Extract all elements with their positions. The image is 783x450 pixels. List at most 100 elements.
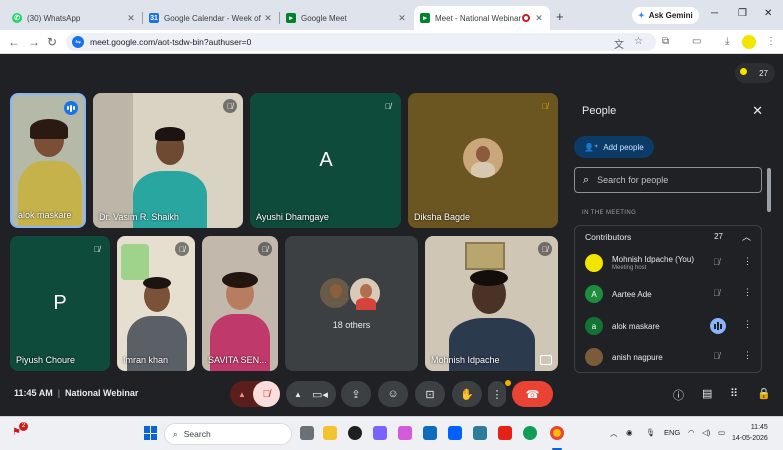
more-options-button[interactable]: ⋮ — [488, 381, 506, 407]
file-explorer-icon[interactable] — [323, 426, 337, 440]
participant-row[interactable]: a alok maskare ⋮ — [585, 313, 761, 339]
close-tab-icon[interactable]: ✕ — [263, 13, 273, 24]
video-tile[interactable]: 🎙̸ Imran khan — [117, 236, 195, 371]
video-tile[interactable]: A 🎙̸ Ayushi Dhamgaye — [250, 93, 401, 228]
extensions-icon[interactable]: ⧉ — [662, 36, 669, 47]
translate-icon[interactable]: 文 — [614, 36, 624, 51]
emoji-button[interactable]: ☺ — [378, 381, 408, 407]
dropbox-icon[interactable] — [448, 426, 462, 440]
site-info-icon[interactable]: ⇋ — [72, 36, 84, 48]
task-view-icon[interactable] — [300, 426, 314, 440]
edge-icon[interactable] — [523, 426, 537, 440]
browser-tab-whatsapp[interactable]: ✆ (30) WhatsApp ✕ — [6, 6, 142, 30]
wifi-icon[interactable]: ◠ — [688, 428, 695, 437]
panel-scrollbar[interactable] — [767, 168, 771, 212]
minimize-icon[interactable]: ─ — [711, 8, 718, 19]
participant-row[interactable]: anish nagpure 🎙̸ ⋮ — [585, 344, 761, 370]
host-controls-icon[interactable]: 🔒 — [757, 387, 771, 400]
address-bar[interactable]: ⇋ meet.google.com/aot-tsdw-bin?authuser=… — [66, 33, 656, 51]
video-tile[interactable]: 🎙̸ Mohnish Idpache — [425, 236, 558, 371]
language-indicator[interactable]: ENG — [664, 428, 680, 437]
photos-icon[interactable] — [398, 426, 412, 440]
muted-mic-icon: 🎙̸ — [258, 242, 272, 256]
close-tab-icon[interactable]: ✕ — [397, 13, 407, 24]
search-label: Search — [183, 429, 211, 439]
profile-avatar[interactable] — [742, 35, 756, 49]
avatar — [740, 68, 747, 75]
chevron-up-icon[interactable]: ▲ — [238, 390, 246, 399]
participant-count-button[interactable]: 27 — [735, 63, 775, 83]
bookmark-star-icon[interactable]: ☆ — [634, 36, 643, 47]
more-options-icon[interactable]: ⋮ — [743, 287, 752, 298]
camera-button[interactable]: ▭◂ — [312, 388, 328, 401]
participant-video — [202, 236, 278, 371]
copilot-icon[interactable] — [373, 426, 387, 440]
close-tab-icon[interactable]: ✕ — [534, 13, 544, 24]
participant-row[interactable]: Mohnish Idpache (You) Meeting host 🎙̸ ⋮ — [585, 250, 761, 276]
people-search-input[interactable]: ⌕ Search for people — [574, 167, 762, 193]
windows-taskbar: ⚑ 2 ⌕ Search ︿ ◉ 🎙 ENG ◠ ◁) ▭ 11:45 14-0… — [0, 416, 783, 450]
self-view-icon[interactable] — [540, 355, 552, 365]
chevron-up-icon[interactable]: ︿ — [742, 230, 751, 243]
video-tile[interactable]: alok maskare — [10, 93, 86, 228]
participant-role: Meeting host — [612, 265, 647, 271]
windows-start-icon[interactable] — [144, 426, 158, 440]
meeting-details-icon[interactable]: ⓘ — [673, 387, 684, 403]
tray-app-icon[interactable]: ◉ — [626, 428, 633, 437]
taskbar-search-input[interactable]: ⌕ Search — [164, 423, 292, 445]
download-icon[interactable]: ⤓ — [725, 36, 729, 47]
muted-mic-icon[interactable]: 🎙̸ — [713, 351, 720, 361]
reload-icon[interactable]: ↻ — [47, 35, 57, 49]
raise-hand-button[interactable]: ✋ — [452, 381, 482, 407]
chevron-up-icon[interactable]: ︿ — [610, 428, 618, 439]
new-tab-button[interactable]: + — [556, 9, 564, 24]
browser-tab-meet-national-webinar[interactable]: ▸ Meet - National Webinar ✕ — [414, 6, 550, 30]
back-icon[interactable]: ← — [8, 35, 20, 49]
chat-icon[interactable]: ▤ — [702, 387, 712, 400]
close-tab-icon[interactable]: ✕ — [126, 13, 136, 24]
browser-tab-calendar[interactable]: 31 Google Calendar - Week of Ma ✕ — [143, 6, 279, 30]
muted-mic-icon[interactable]: 🎙̸ — [713, 257, 720, 267]
video-tile[interactable]: 🎙̸ Dr. Vasim R. Shaikh — [93, 93, 243, 228]
more-options-icon[interactable]: ⋮ — [743, 319, 752, 330]
video-tile[interactable]: P 🎙̸ Piyush Choure — [10, 236, 110, 371]
captions-button[interactable]: ⊡ — [415, 381, 445, 407]
store-icon[interactable] — [473, 426, 487, 440]
close-window-icon[interactable]: ✕ — [764, 8, 772, 19]
outlook-icon[interactable] — [423, 426, 437, 440]
more-options-icon[interactable]: ⋮ — [743, 256, 752, 267]
add-people-button[interactable]: 👤⁺ Add people — [574, 136, 654, 158]
participant-row[interactable]: A Aartee Ade 🎙̸ ⋮ — [585, 281, 761, 307]
chrome-icon[interactable] — [550, 426, 564, 440]
more-options-icon[interactable]: ⋮ — [743, 350, 752, 361]
activities-icon[interactable]: ⠿ — [730, 387, 738, 400]
browser-menu-icon[interactable]: ⋮ — [766, 36, 776, 47]
avatar: A — [585, 285, 603, 303]
battery-icon[interactable]: ▭ — [718, 428, 725, 437]
cast-icon[interactable]: ▭ — [692, 36, 701, 47]
youtube-icon[interactable] — [498, 426, 512, 440]
group-count: 27 — [714, 232, 723, 241]
others-tile[interactable]: 18 others — [285, 236, 418, 371]
hp-icon[interactable] — [348, 426, 362, 440]
forward-icon[interactable]: → — [28, 35, 40, 49]
volume-icon[interactable]: ◁) — [702, 428, 710, 437]
leave-call-button[interactable]: ☎ — [512, 381, 553, 407]
present-button[interactable]: ⇪ — [341, 381, 371, 407]
browser-tab-google-meet[interactable]: ▸ Google Meet ✕ — [280, 6, 413, 30]
speaking-indicator-icon[interactable] — [710, 318, 726, 334]
video-tile[interactable]: 🎙̸ SAVITA SEN... — [202, 236, 278, 371]
maximize-icon[interactable]: ❐ — [738, 8, 747, 19]
close-icon[interactable]: ✕ — [752, 103, 763, 119]
muted-mic-icon: 🎙̸ — [223, 99, 237, 113]
video-tile[interactable]: 🎙̸ Diksha Bagde — [408, 93, 558, 228]
taskbar-clock[interactable]: 11:45 14-05-2026 — [732, 422, 768, 444]
microphone-icon[interactable]: 🎙 — [646, 428, 656, 437]
clock-time: 11:45 — [750, 424, 768, 431]
chevron-up-icon[interactable]: ▲ — [294, 390, 302, 399]
muted-mic-icon[interactable]: 🎙̸ — [713, 288, 720, 298]
ask-gemini-button[interactable]: ✦ Ask Gemini — [632, 7, 699, 24]
participant-video — [12, 95, 84, 226]
mic-off-button[interactable]: 🎙̸ — [253, 381, 280, 407]
others-count-label: 18 others — [332, 320, 371, 330]
